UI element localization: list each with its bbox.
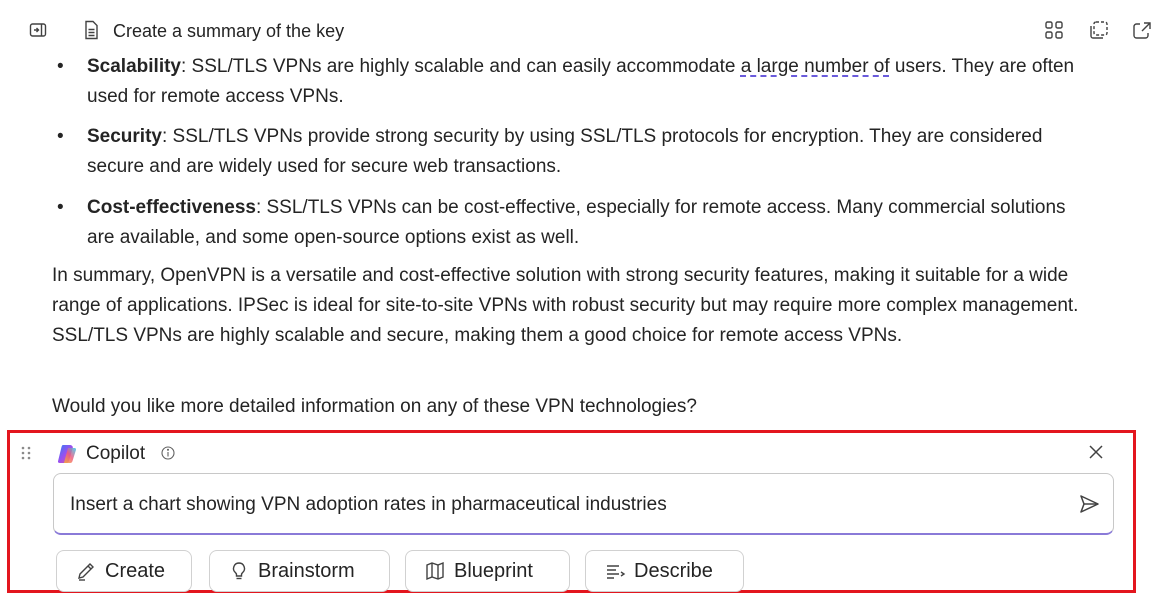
grammar-flag[interactable]: a large number of [741, 56, 890, 77]
blueprint-button[interactable]: Blueprint [405, 550, 570, 592]
bullet-term: Scalability [87, 56, 181, 77]
bullet-term: Security [87, 126, 162, 147]
copilot-panel: Copilot Insert a chart showing VPN adopt… [7, 430, 1136, 593]
list-item: • Cost-effectiveness: SSL/TLS VPNs can b… [57, 197, 1066, 248]
top-bar: Create a summary of the key [0, 0, 1168, 58]
panel-toggle-icon[interactable] [26, 18, 50, 42]
close-icon[interactable] [1084, 440, 1108, 464]
list-item: • Scalability: SSL/TLS VPNs are highly s… [57, 56, 1075, 107]
copilot-title: Copilot [86, 443, 146, 464]
share-icon[interactable] [1130, 18, 1154, 42]
prompt-input[interactable]: Insert a chart showing VPN adoption rate… [53, 473, 1114, 535]
pen-icon [78, 563, 94, 581]
summary-paragraph: In summary, OpenVPN is a versatile and c… [52, 265, 1079, 346]
map-icon [426, 561, 444, 581]
describe-icon [607, 565, 626, 579]
list-item: • Security: SSL/TLS VPNs provide strong … [57, 126, 1043, 177]
lightbulb-icon [232, 562, 246, 580]
send-icon[interactable] [1076, 491, 1102, 517]
brainstorm-label: Brainstorm [258, 559, 355, 582]
prompt-input-value[interactable]: Insert a chart showing VPN adoption rate… [70, 493, 667, 517]
document-body: • Scalability: SSL/TLS VPNs are highly s… [0, 50, 1168, 430]
document-editor: Create a summary of the key • Scalabilit… [0, 0, 1168, 596]
create-button[interactable]: Create [56, 550, 192, 592]
copy-icon[interactable] [1087, 18, 1111, 42]
describe-button[interactable]: Describe [585, 550, 744, 592]
drag-handle-icon[interactable] [20, 445, 32, 461]
bullet-term: Cost-effectiveness [87, 197, 256, 218]
bullet-list: • Scalability: SSL/TLS VPNs are highly s… [0, 52, 1168, 253]
info-icon[interactable] [160, 445, 176, 461]
create-label: Create [105, 559, 166, 582]
document-icon [80, 19, 102, 41]
brainstorm-button[interactable]: Brainstorm [209, 550, 390, 592]
blueprint-label: Blueprint [454, 559, 533, 582]
page-title: Create a summary of the key [113, 21, 345, 41]
apps-icon[interactable] [1042, 18, 1066, 42]
copilot-logo-icon [55, 442, 79, 466]
describe-label: Describe [634, 559, 713, 582]
question-paragraph: Would you like more detailed information… [52, 396, 697, 417]
